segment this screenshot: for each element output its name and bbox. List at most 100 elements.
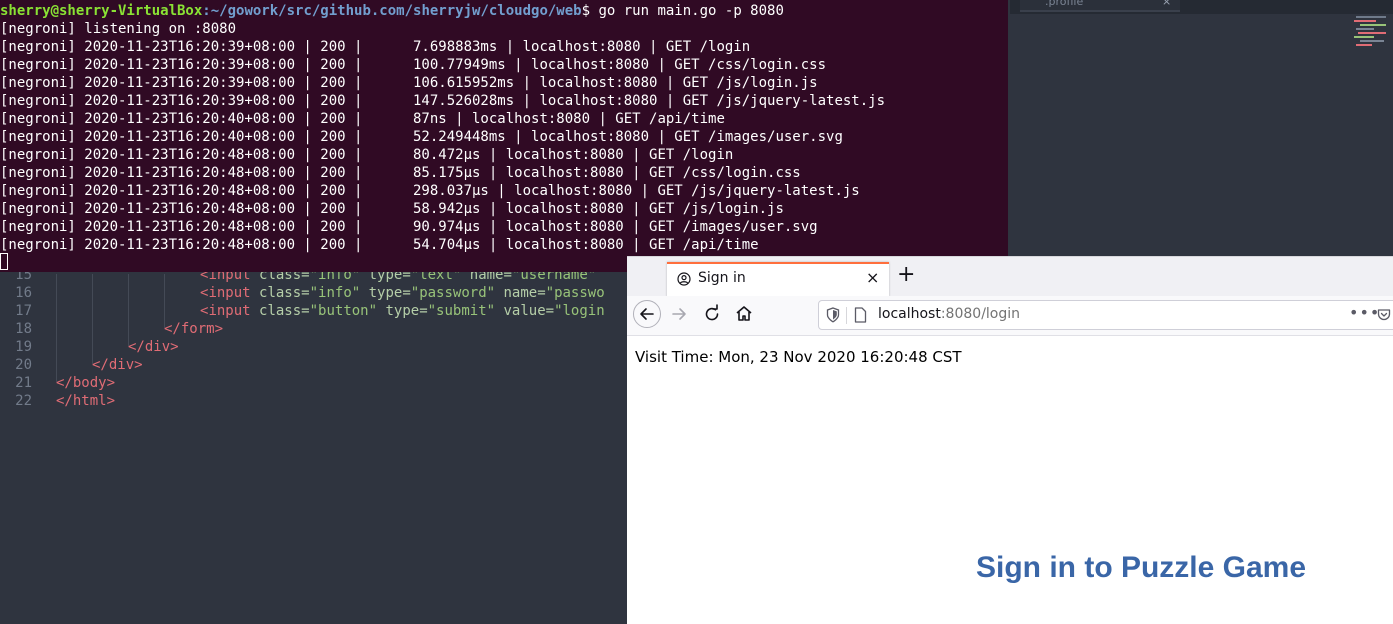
tab-active-indicator: [667, 262, 889, 264]
page-info-icon[interactable]: [854, 307, 867, 323]
code-token: >: [134, 357, 143, 373]
tracking-shield-icon[interactable]: [826, 307, 840, 323]
terminal-window[interactable]: sherry@sherry-VirtualBox:~/gowork/src/gi…: [0, 0, 1008, 272]
prompt-path: :~/gowork/src/github.com/sherryjw/cloudg…: [202, 3, 582, 19]
home-icon[interactable]: [731, 301, 757, 327]
tab-title: Sign in: [698, 270, 746, 286]
reload-icon[interactable]: [699, 301, 725, 327]
terminal-prompt-line: sherry@sherry-VirtualBox:~/gowork/src/gi…: [0, 2, 784, 20]
code-text: <input class="info" type="password" name…: [200, 284, 605, 302]
code-token: class=: [250, 285, 310, 301]
indent-guide: [128, 274, 129, 346]
code-line: 18 </form>: [0, 320, 223, 338]
terminal-log-line: [negroni] 2020-11-23T16:20:39+08:00 | 20…: [0, 93, 886, 109]
code-token: input: [208, 285, 251, 301]
code-token: >: [214, 321, 224, 337]
editor-tab-label[interactable]: .profile: [1045, 0, 1083, 8]
code-token: >: [106, 375, 116, 391]
browser-tab-strip: Sign in × +: [627, 256, 1393, 297]
code-token: form: [180, 321, 215, 337]
indent-guide: [164, 274, 165, 328]
page-content: Visit Time: Mon, 23 Nov 2020 16:20:48 CS…: [627, 336, 1393, 624]
code-text: </form>: [164, 320, 223, 338]
code-line: 21 </body>: [0, 374, 115, 392]
code-line: 19 </div>: [0, 338, 178, 356]
new-tab-button[interactable]: +: [897, 263, 915, 287]
code-token: >: [170, 339, 179, 355]
terminal-command: go run main.go -p 8080: [598, 3, 784, 19]
line-number: 19: [15, 339, 32, 355]
browser-window[interactable]: Sign in × + localhost:8080/login ••• Vis…: [627, 256, 1393, 624]
terminal-log-line: [negroni] 2020-11-23T16:20:40+08:00 | 20…: [0, 111, 725, 127]
line-number: 17: [15, 303, 32, 319]
url-separator: [846, 307, 847, 324]
terminal-log-line: [negroni] 2020-11-23T16:20:39+08:00 | 20…: [0, 75, 818, 91]
user-circle-icon: [677, 272, 691, 286]
code-token: "password": [410, 285, 496, 301]
line-number: 16: [15, 285, 32, 301]
back-button[interactable]: [633, 300, 661, 328]
prompt-symbol: $: [581, 3, 599, 19]
page-heading: Sign in to Puzzle Game: [976, 551, 1307, 584]
terminal-log-line: [negroni] 2020-11-23T16:20:48+08:00 | 20…: [0, 237, 759, 253]
code-token: body: [72, 375, 107, 391]
code-token: "login: [554, 303, 605, 319]
terminal-log-line: [negroni] 2020-11-23T16:20:40+08:00 | 20…: [0, 129, 843, 145]
code-line: 20 </div>: [0, 356, 142, 374]
code-token: "submit": [427, 303, 496, 319]
code-token: </: [164, 321, 181, 337]
line-number: 22: [15, 393, 32, 409]
code-token: input: [208, 303, 251, 319]
url-host: localhost: [878, 306, 941, 322]
code-text: <input class="button" type="submit" valu…: [200, 302, 605, 320]
url-bar[interactable]: localhost:8080/login •••: [818, 300, 1393, 330]
code-token: html: [72, 393, 107, 409]
code-token: class=: [250, 303, 310, 319]
code-token: value=: [495, 303, 555, 319]
code-token: </: [128, 339, 145, 355]
code-token: "passwo: [545, 285, 605, 301]
pocket-icon[interactable]: [1377, 308, 1391, 322]
terminal-log-line: [negroni] 2020-11-23T16:20:48+08:00 | 20…: [0, 165, 801, 181]
code-token: div: [108, 357, 135, 373]
code-token: </: [92, 357, 109, 373]
visit-time-text: Visit Time: Mon, 23 Nov 2020 16:20:48 CS…: [635, 348, 962, 366]
code-token: type=: [377, 303, 428, 319]
terminal-log-line: [negroni] 2020-11-23T16:20:48+08:00 | 20…: [0, 219, 818, 235]
code-text: </html>: [56, 392, 115, 410]
editor-tab[interactable]: [1020, 0, 1180, 12]
terminal-log-line: [negroni] 2020-11-23T16:20:39+08:00 | 20…: [0, 39, 751, 55]
terminal-log-line: [negroni] 2020-11-23T16:20:48+08:00 | 20…: [0, 183, 860, 199]
code-token: </: [56, 375, 73, 391]
tab-close-icon[interactable]: ×: [866, 268, 879, 287]
terminal-log-line: [negroni] 2020-11-23T16:20:48+08:00 | 20…: [0, 147, 734, 163]
forward-arrow-icon[interactable]: [667, 301, 693, 327]
prompt-user: sherry@sherry-VirtualBox: [0, 3, 203, 19]
terminal-listening-line: [negroni] listening on :8080: [0, 21, 237, 37]
page-actions-menu-icon[interactable]: •••: [1349, 303, 1380, 322]
navigation-toolbar: localhost:8080/login •••: [627, 296, 1393, 336]
code-token: >: [106, 393, 116, 409]
code-token: div: [144, 339, 171, 355]
terminal-log-line: [negroni] 2020-11-23T16:20:39+08:00 | 20…: [0, 57, 827, 73]
terminal-cursor: [0, 253, 8, 270]
code-token: "info": [309, 285, 361, 301]
code-token: type=: [360, 285, 411, 301]
code-token: name=: [495, 285, 546, 301]
code-line: 22 </html>: [0, 392, 115, 410]
code-text: </div>: [128, 338, 179, 356]
code-token: "button": [309, 303, 378, 319]
editor-minimap[interactable]: [1352, 14, 1392, 54]
tab-sign-in[interactable]: Sign in ×: [667, 262, 889, 297]
code-line: 16 <input class="info" type="password" na…: [0, 284, 605, 302]
line-number: 21: [15, 375, 32, 391]
url-text[interactable]: localhost:8080/login: [878, 306, 1020, 322]
code-text: </body>: [56, 374, 115, 392]
code-text: </div>: [92, 356, 143, 374]
indent-guide: [92, 274, 93, 364]
back-arrow-icon: [640, 308, 654, 320]
editor-tab-close-icon[interactable]: ×: [1162, 0, 1171, 8]
indent-guide: [56, 274, 57, 382]
line-number: 20: [15, 357, 32, 373]
code-token: </: [56, 393, 73, 409]
